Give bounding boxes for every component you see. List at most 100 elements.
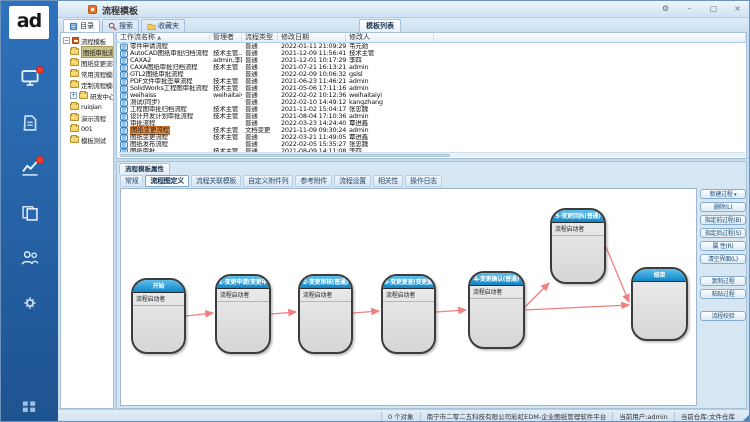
table-row[interactable]: GTL2图纸审批流程普通2022-02-09 10:06:32gslsl xyxy=(117,71,746,78)
properties-tab[interactable]: 流程关联模板 xyxy=(191,175,241,187)
close-button[interactable]: × xyxy=(730,3,745,14)
restore-button[interactable]: ▢ xyxy=(706,3,721,14)
table-row[interactable]: 审批流程普通2022-03-23 14:24:40覃进鑫 xyxy=(117,120,746,127)
node-role: 流程启动者 xyxy=(133,293,184,306)
scrollbar-thumb[interactable] xyxy=(120,154,450,157)
properties-tab[interactable]: 参考附件 xyxy=(295,175,332,187)
table-cell: 普通 xyxy=(242,64,278,71)
column-header-filler xyxy=(434,33,746,42)
tab-search[interactable]: 搜索 xyxy=(102,19,139,32)
copy-icon[interactable] xyxy=(18,204,42,226)
grid-icon[interactable] xyxy=(18,397,40,415)
search-icon xyxy=(108,22,117,31)
expand-icon[interactable]: + xyxy=(70,92,77,99)
column-header[interactable]: 流程类型 xyxy=(242,33,278,42)
set-next-process-button[interactable]: 指定后过程(S) xyxy=(700,228,746,238)
column-header[interactable]: 修改日期 xyxy=(278,33,346,42)
page-title: 流程模板 xyxy=(102,4,138,17)
table-cell: weihaitaiyi xyxy=(346,92,434,99)
table-row[interactable]: CAXA2admin,李四普通2021-12-01 10:17:29李四 xyxy=(117,57,746,64)
folder-icon xyxy=(70,48,79,55)
column-header[interactable]: 管理者 xyxy=(210,33,242,42)
tree-item[interactable]: +研发中心 xyxy=(61,90,113,101)
set-prev-process-button[interactable]: 指定前过程(B) xyxy=(700,215,746,225)
table-row[interactable]: AutoCAD图纸审批归档流程技术主管...普通2021-12-09 11:56… xyxy=(117,50,746,57)
status-bar: 0 个对象 南宁市二零二五科技有限公司彩虹EDM-企业图纸管理软件平台 当前用户… xyxy=(58,409,750,422)
gear-icon[interactable] xyxy=(18,294,42,316)
node-title: 开始 xyxy=(133,280,184,293)
column-header[interactable]: 工作流名称 ▲ xyxy=(117,33,210,42)
tree-item[interactable]: 演示流程 xyxy=(61,112,113,123)
monitor-icon[interactable] xyxy=(18,69,42,91)
tree-item[interactable]: 模板测试 xyxy=(61,134,113,145)
collapse-icon[interactable]: − xyxy=(63,37,70,44)
copy-process-button[interactable]: 复制过程 xyxy=(700,276,746,286)
tree-item[interactable]: 定制流程模板 xyxy=(61,79,113,90)
tree-root[interactable]: − 流程模板 xyxy=(61,35,113,46)
dropdown-arrow-icon: ▾ xyxy=(734,192,736,198)
settings-button[interactable]: ⚙ xyxy=(658,3,673,14)
clear-canvas-button[interactable]: 清空界面(L) xyxy=(700,254,746,264)
table-row[interactable]: weihaissweihaitaiyi普通2022-02-02 10:12:36… xyxy=(117,92,746,99)
delete-button[interactable]: 删除(L) xyxy=(700,202,746,212)
flow-edge xyxy=(271,312,296,314)
table-cell: 普通 xyxy=(242,78,278,85)
chart-icon[interactable] xyxy=(18,159,42,181)
flow-node[interactable]: 开始流程启动者 xyxy=(131,278,186,354)
table-cell: 2022-03-23 14:24:40 xyxy=(278,120,346,127)
tab-directory[interactable]: 目录 xyxy=(63,19,100,32)
tree-item[interactable]: ruiqian xyxy=(61,101,113,112)
flow-edge xyxy=(436,310,466,312)
table-cell: 2021-12-09 11:56:41 xyxy=(278,50,346,57)
document-icon[interactable] xyxy=(18,114,42,136)
minimize-button[interactable]: – xyxy=(682,3,697,14)
template-list-tab[interactable]: 模板列表 xyxy=(359,19,401,32)
tree-item[interactable]: 图纸审批流程 xyxy=(61,46,113,57)
flow-canvas[interactable]: 开始流程启动者 1-变更申请(变更申流程启动者 2-变更审核(普通)流程启动者 3-变… xyxy=(120,188,697,406)
table-row[interactable]: SolidWorks工程图审批流程技术主管普通2021-05-06 17:11:… xyxy=(117,85,746,92)
properties-tab[interactable]: 相关性 xyxy=(373,175,403,187)
resize-grip[interactable] xyxy=(741,414,750,422)
table-row[interactable]: 图纸变更流程技术主管普通2022-03-21 11:49:05覃进鑫 xyxy=(117,134,746,141)
flow-node[interactable]: 3-变更复查(变更复流程启动者 xyxy=(381,274,436,354)
tree-item[interactable]: 常用流程模板 xyxy=(61,68,113,79)
table-row[interactable]: 图纸变更流程技术主管文档变更2021-11-09 09:30:24admin xyxy=(117,127,746,134)
table-cell: 普通 xyxy=(242,141,278,148)
table-row[interactable]: 设计开发计划审批流程技术主管普通2021-08-04 17:10:36admin xyxy=(117,113,746,120)
table-row[interactable]: 测试(同步)普通2022-02-10 14:49:12kangzhang xyxy=(117,99,746,106)
table-row[interactable]: 图纸发布流程普通2022-02-05 15:35:27张忠魏 xyxy=(117,141,746,148)
flow-node[interactable]: 1-变更申请(变更申流程启动者 xyxy=(215,274,271,354)
tab-favorites[interactable]: 收藏夹 xyxy=(141,19,185,32)
properties-tab[interactable]: 流程设置 xyxy=(334,175,371,187)
properties-caption-tab[interactable]: 流程模板属性 xyxy=(119,163,170,174)
flow-node[interactable]: 结束 xyxy=(631,267,688,341)
table-row[interactable]: 工程图审批归档流程技术主管普通2021-11-02 15:04:17张忠魏 xyxy=(117,106,746,113)
horizontal-scrollbar[interactable] xyxy=(118,152,745,157)
validate-process-button[interactable]: 流程校验 xyxy=(700,311,746,321)
folder-icon xyxy=(70,114,79,121)
properties-tab[interactable]: 操作日志 xyxy=(405,175,442,187)
table-cell: admin xyxy=(346,85,434,92)
table-cell: 2021-05-06 17:11:16 xyxy=(278,85,346,92)
properties-tab[interactable]: 自定义附件列 xyxy=(243,175,293,187)
properties-tab[interactable]: 常规 xyxy=(120,175,143,187)
flow-node[interactable]: 4-变更确认(普通)流程启动者 xyxy=(468,271,525,349)
flow-node[interactable]: 2-变更审核(普通)流程启动者 xyxy=(298,274,353,354)
table-cell: 技术主管 xyxy=(210,85,242,92)
paste-process-button[interactable]: 粘贴过程 xyxy=(700,289,746,299)
flow-node[interactable]: 5-变更回执(普通)流程启动者 xyxy=(550,208,606,284)
new-process-button[interactable]: 新建过程 ▾ xyxy=(700,189,746,199)
template-properties-panel: 流程模板属性 常规流程图定义流程关联模板自定义附件列参考附件流程设置相关性操作日… xyxy=(116,161,747,409)
table-cell: 2021-07-21 16:13:21 xyxy=(278,64,346,71)
users-icon[interactable] xyxy=(18,249,42,271)
tree-item[interactable]: 图纸变更流程 xyxy=(61,57,113,68)
tree-item[interactable]: 001 xyxy=(61,123,113,134)
table-row[interactable]: 零件申请流程普通2022-01-11 21:09:29韦元勋 xyxy=(117,43,746,50)
node-title: 5-变更回执(普通) xyxy=(552,210,604,223)
properties-button[interactable]: 属 性(R) xyxy=(700,241,746,251)
properties-tab[interactable]: 流程图定义 xyxy=(145,175,189,187)
notification-badge xyxy=(36,66,44,74)
column-header[interactable]: 修改人 xyxy=(346,33,434,42)
table-row[interactable]: PDF文件审批签章流程技术主管普通2021-06-23 11:46:21admi… xyxy=(117,78,746,85)
table-row[interactable]: CAXA图纸审批归档流程技术主管普通2021-07-21 16:13:21adm… xyxy=(117,64,746,71)
